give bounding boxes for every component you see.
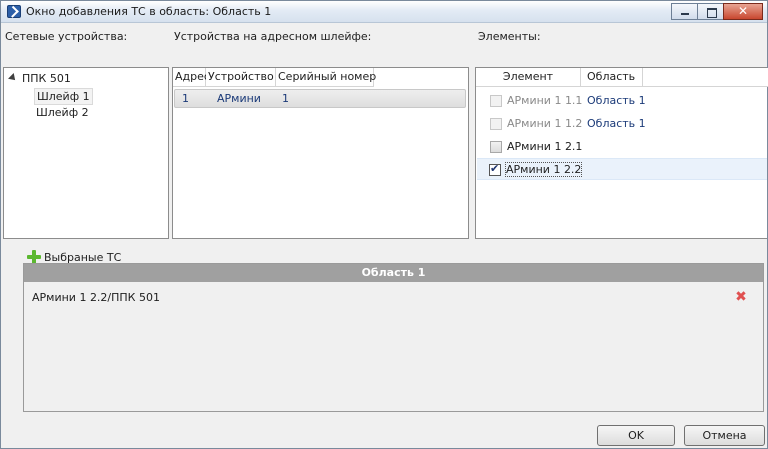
expand-arrow-icon[interactable] bbox=[8, 73, 18, 83]
maximize-button[interactable] bbox=[697, 3, 724, 20]
element-checkbox[interactable] bbox=[490, 118, 502, 130]
window-controls: ✕ bbox=[671, 3, 763, 20]
list-item-selected[interactable]: АРмини 1 2.2 bbox=[477, 158, 767, 180]
element-area: Область 1 bbox=[587, 94, 646, 107]
column-header-device[interactable]: Устройство bbox=[206, 68, 276, 87]
network-tree[interactable]: ППК 501 Шлейф 1 Шлейф 2 bbox=[3, 67, 169, 239]
dialog-window: Окно добавления ТС в область: Область 1 … bbox=[0, 0, 768, 449]
table-row[interactable]: 1 АРмини 1 bbox=[174, 89, 466, 108]
elements-label: Элементы: bbox=[478, 30, 541, 43]
element-name: АРмини 1 1.1 bbox=[507, 94, 583, 107]
cell-address: 1 bbox=[182, 92, 189, 105]
delete-icon[interactable]: ✖ bbox=[735, 290, 747, 304]
loop-devices-label: Устройства на адресном шлейфе: bbox=[174, 30, 372, 43]
close-icon: ✕ bbox=[737, 4, 749, 18]
element-name: АРмини 1 1.2 bbox=[507, 117, 583, 130]
tree-node-label: Шлейф 2 bbox=[36, 106, 89, 119]
element-checkbox[interactable] bbox=[490, 95, 502, 107]
selected-ts-panel: Область 1 АРмини 1 2.2/ППК 501 ✖ bbox=[23, 263, 764, 412]
column-header-element[interactable]: Элемент bbox=[476, 68, 581, 87]
tree-node-loop-1[interactable]: Шлейф 1 bbox=[4, 88, 164, 105]
group-header: Область 1 bbox=[24, 264, 763, 282]
column-header-filler bbox=[643, 68, 768, 87]
selected-ts-item[interactable]: АРмини 1 2.2/ППК 501 bbox=[32, 291, 160, 304]
tree-node-label: Шлейф 1 bbox=[34, 88, 93, 105]
cancel-button[interactable]: Отмена bbox=[684, 425, 765, 446]
add-plus-icon bbox=[27, 250, 41, 264]
element-name: АРмини 1 2.1 bbox=[507, 140, 583, 153]
element-area: Область 1 bbox=[587, 117, 646, 130]
tree-node-ppk[interactable]: ППК 501 bbox=[4, 71, 164, 86]
ok-button[interactable]: OK bbox=[597, 425, 675, 446]
close-button[interactable]: ✕ bbox=[723, 3, 763, 20]
window-title: Окно добавления ТС в область: Область 1 bbox=[26, 5, 272, 18]
minimize-button[interactable] bbox=[671, 3, 698, 20]
elements-header: Элемент Область bbox=[476, 68, 768, 87]
column-header-area[interactable]: Область bbox=[581, 68, 643, 87]
element-checkbox-checked[interactable] bbox=[489, 162, 501, 176]
cell-device: АРмини bbox=[217, 92, 261, 105]
tree-node-label: ППК 501 bbox=[22, 72, 71, 85]
app-icon bbox=[7, 5, 21, 18]
loop-devices-table[interactable]: Адрес Устройство Серийный номер 1 АРмини… bbox=[172, 67, 469, 239]
list-item[interactable]: АРмини 1 1.2 Область 1 bbox=[478, 113, 768, 135]
list-item[interactable]: АРмини 1 2.1 bbox=[478, 136, 768, 158]
tree-node-loop-2[interactable]: Шлейф 2 bbox=[4, 105, 164, 120]
table-header: Адрес Устройство Серийный номер bbox=[173, 68, 376, 87]
cell-serial: 1 bbox=[282, 92, 289, 105]
column-header-address[interactable]: Адрес bbox=[173, 68, 210, 87]
network-devices-label: Сетевые устройства: bbox=[5, 30, 128, 43]
element-name: АРмини 1 2.2 bbox=[504, 162, 583, 177]
title-bar[interactable]: Окно добавления ТС в область: Область 1 … bbox=[1, 1, 767, 23]
element-checkbox[interactable] bbox=[490, 141, 502, 153]
list-item[interactable]: АРмини 1 1.1 Область 1 bbox=[478, 90, 768, 112]
column-header-serial[interactable]: Серийный номер bbox=[276, 68, 376, 87]
elements-list[interactable]: Элемент Область АРмини 1 1.1 Область 1 А… bbox=[475, 67, 768, 239]
